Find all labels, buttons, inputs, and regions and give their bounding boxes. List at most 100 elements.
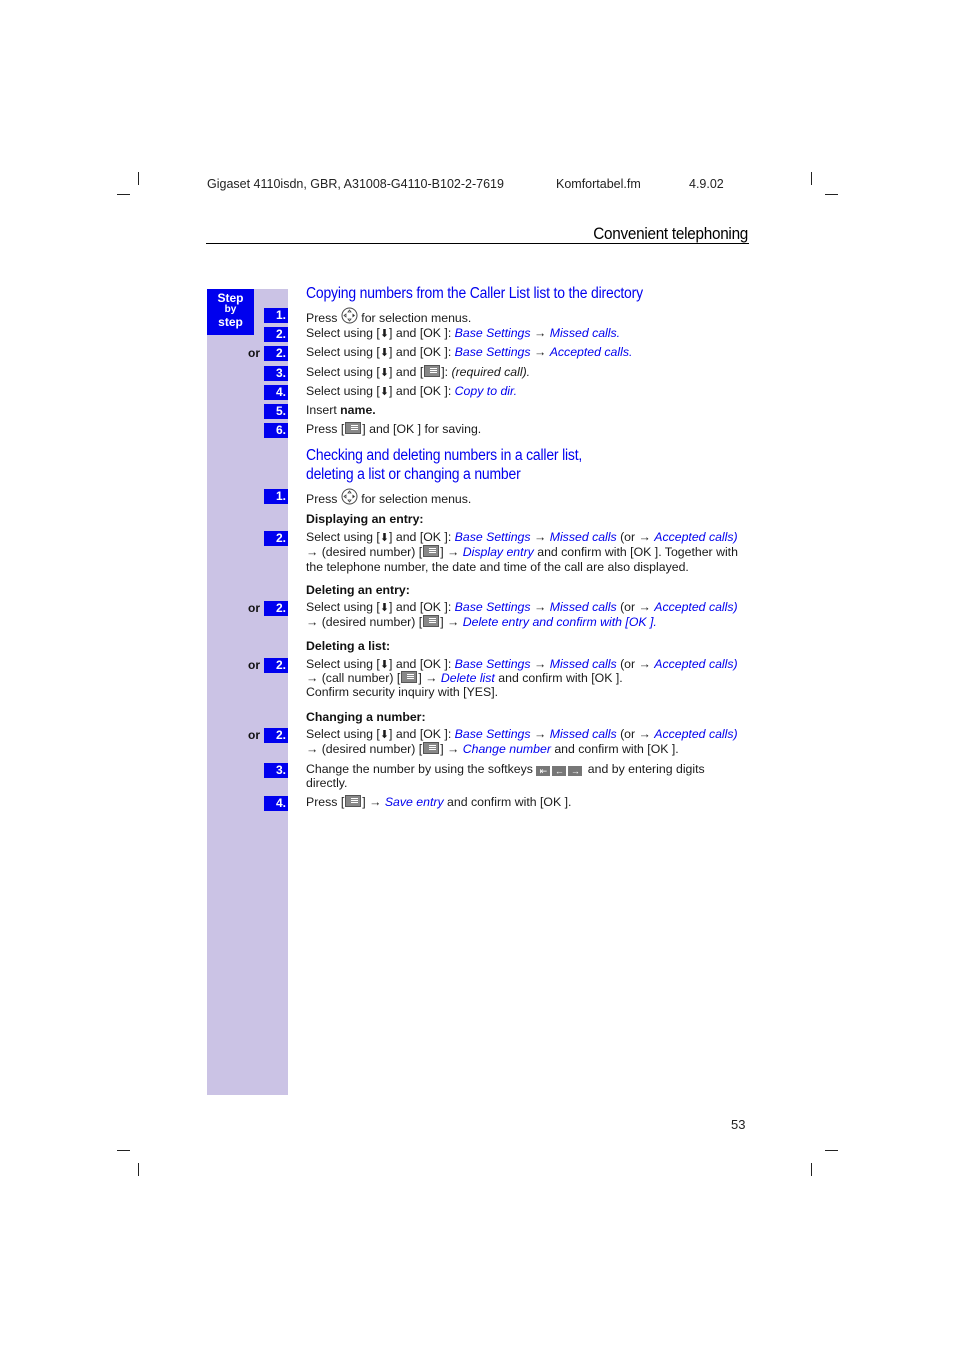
step-text: directly. <box>306 776 348 790</box>
step-text: → (desired number) [] → Delete entry and… <box>306 615 657 629</box>
header-rule <box>206 243 749 244</box>
menu-link-missed-calls[interactable]: Missed calls <box>550 530 617 544</box>
menu-key-icon <box>423 742 440 754</box>
menu-link-base-settings[interactable]: Base Settings <box>455 326 531 340</box>
step-text: Select using [⬇] and [OK ]: Copy to dir. <box>306 384 518 398</box>
step-text: → (desired number) [] → Display entry an… <box>306 545 738 559</box>
step-text: Select using [⬇] and []: (required call)… <box>306 365 531 379</box>
file-name: Komfortabel.fm <box>556 177 641 191</box>
down-arrow-key-icon: ⬇ <box>379 347 390 359</box>
step-number: 2. <box>264 531 288 546</box>
down-arrow-key-icon: ⬇ <box>379 367 390 379</box>
crop-mark <box>825 194 838 195</box>
right-arrow-softkey-icon: → <box>568 766 583 776</box>
navigation-key-icon <box>341 488 358 505</box>
step-text: → (call number) [] → Delete list and con… <box>306 671 623 685</box>
menu-key-icon <box>345 422 362 434</box>
badge-line: step <box>218 315 243 329</box>
menu-link-base-settings[interactable]: Base Settings <box>455 530 531 544</box>
backspace-softkey-icon: ⇤ <box>536 766 551 776</box>
menu-link-change-number[interactable]: Change number <box>463 742 551 756</box>
step-number: 2. <box>264 601 288 616</box>
menu-link-accepted-calls[interactable]: Accepted calls) <box>654 530 737 544</box>
step-number: 2. <box>264 658 288 673</box>
page-number: 53 <box>731 1117 746 1132</box>
menu-link-missed-calls[interactable]: Missed calls <box>550 600 617 614</box>
heading-copying-numbers: Copying numbers from the Caller List lis… <box>306 285 643 302</box>
or-label: or <box>248 658 260 672</box>
subhead-changing-number: Changing a number: <box>306 710 426 724</box>
step-text: Press [] → Save entry and confirm with [… <box>306 795 572 809</box>
step-text: Select using [⬇] and [OK ]: Base Setting… <box>306 345 633 359</box>
down-arrow-key-icon: ⬇ <box>379 386 390 398</box>
heading-checking-deleting: Checking and deleting numbers in a calle… <box>306 447 583 464</box>
navigation-key-icon <box>341 307 358 324</box>
step-number: 1. <box>264 489 288 504</box>
crop-mark <box>138 172 139 185</box>
or-label: or <box>248 601 260 615</box>
step-text: the telephone number, the date and time … <box>306 560 689 574</box>
menu-key-icon <box>401 671 418 683</box>
menu-link-missed-calls[interactable]: Missed calls <box>550 326 617 340</box>
badge-line: Step <box>217 291 244 305</box>
menu-link-missed-calls[interactable]: Missed calls <box>550 727 617 741</box>
down-arrow-key-icon: ⬇ <box>379 729 390 741</box>
crop-mark <box>811 1163 812 1176</box>
step-text: Press for selection menus. <box>306 307 471 326</box>
step-number: 4. <box>264 385 288 400</box>
step-number: 3. <box>264 366 288 381</box>
step-text: Select using [⬇] and [OK ]: Base Setting… <box>306 530 738 544</box>
subhead-deleting-entry: Deleting an entry: <box>306 583 410 597</box>
section-title: Convenient telephoning <box>593 224 748 243</box>
step-number: 3. <box>264 763 288 778</box>
menu-link-accepted-calls[interactable]: Accepted calls) <box>654 657 737 671</box>
step-text: Insert name. <box>306 403 376 417</box>
menu-link-accepted-calls[interactable]: Accepted calls) <box>654 727 737 741</box>
down-arrow-key-icon: ⬇ <box>379 602 390 614</box>
or-label: or <box>248 346 260 360</box>
crop-mark <box>117 1150 130 1151</box>
step-by-step-badge: Step by step <box>207 289 254 335</box>
menu-link-delete-list[interactable]: Delete list <box>441 671 495 685</box>
step-number: 1. <box>264 308 288 323</box>
down-arrow-key-icon: ⬇ <box>379 532 390 544</box>
step-text: Press for selection menus. <box>306 488 471 507</box>
step-number: 5. <box>264 404 288 419</box>
doc-date: 4.9.02 <box>689 177 724 191</box>
menu-link-display-entry[interactable]: Display entry <box>463 545 534 559</box>
menu-link-delete-entry[interactable]: Delete entry and confirm with [OK ]. <box>463 615 657 629</box>
subhead-deleting-list: Deleting a list: <box>306 639 391 653</box>
menu-link-base-settings[interactable]: Base Settings <box>455 727 531 741</box>
menu-link-base-settings[interactable]: Base Settings <box>455 345 531 359</box>
step-number: 2. <box>264 728 288 743</box>
menu-link-accepted-calls[interactable]: Accepted calls <box>550 345 629 359</box>
step-text: Confirm security inquiry with [YES]. <box>306 685 499 699</box>
crop-mark <box>117 194 130 195</box>
menu-key-icon <box>423 545 440 557</box>
step-text: Select using [⬇] and [OK ]: Base Setting… <box>306 727 738 741</box>
crop-mark <box>811 172 812 185</box>
menu-key-icon <box>423 615 440 627</box>
step-number: 2. <box>264 346 288 361</box>
menu-link-base-settings[interactable]: Base Settings <box>455 600 531 614</box>
subhead-displaying-entry: Displaying an entry: <box>306 512 424 526</box>
down-arrow-key-icon: ⬇ <box>379 328 390 340</box>
menu-link-accepted-calls[interactable]: Accepted calls) <box>654 600 737 614</box>
menu-link-missed-calls[interactable]: Missed calls <box>550 657 617 671</box>
step-text: Select using [⬇] and [OK ]: Base Setting… <box>306 600 738 614</box>
step-text: Select using [⬇] and [OK ]: Base Setting… <box>306 326 621 340</box>
step-number: 4. <box>264 796 288 811</box>
menu-key-icon <box>345 795 362 807</box>
menu-link-copy-to-dir[interactable]: Copy to dir. <box>455 384 517 398</box>
menu-key-icon <box>424 365 441 377</box>
step-text: Press [] and [OK ] for saving. <box>306 422 482 436</box>
menu-link-base-settings[interactable]: Base Settings <box>455 657 531 671</box>
doc-id: Gigaset 4110isdn, GBR, A31008-G4110-B102… <box>207 177 504 191</box>
step-text: → (desired number) [] → Change number an… <box>306 742 679 756</box>
crop-mark <box>825 1150 838 1151</box>
crop-mark <box>138 1163 139 1176</box>
heading-checking-deleting-line2: deleting a list or changing a number <box>306 466 521 483</box>
step-text: Change the number by using the softkeys … <box>306 762 705 776</box>
left-arrow-softkey-icon: ← <box>552 766 567 776</box>
menu-link-save-entry[interactable]: Save entry <box>385 795 444 809</box>
